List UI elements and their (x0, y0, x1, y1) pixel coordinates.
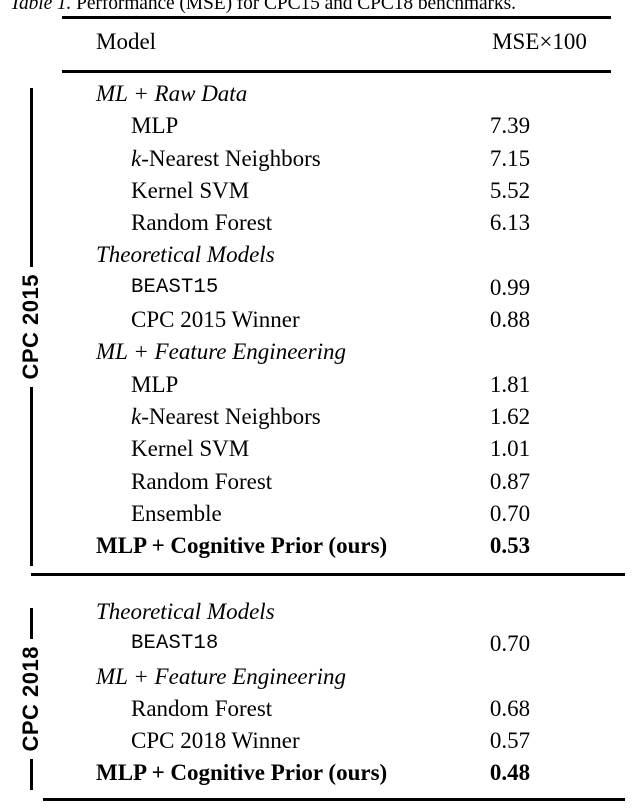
row-metric-value: 1.01 (489, 436, 531, 462)
caption-text: Performance (MSE) for CPC15 and CPC18 be… (71, 0, 516, 14)
row-model-label: MLP (131, 371, 179, 397)
row-model-label: Ensemble (131, 500, 222, 526)
row-model-label: ML + Raw Data (96, 81, 248, 106)
row-model-label-prefix: k (131, 403, 142, 429)
row-metric-value: 0.53 (489, 533, 531, 559)
column-header-model: Model (96, 29, 157, 54)
row-model-label: CPC 2015 Winner (131, 307, 300, 333)
row-metric-value: 1.62 (489, 403, 531, 429)
column-header-metric: MSE×100 (492, 29, 587, 54)
row-model-label: Random Forest (131, 695, 273, 721)
table-row: Random Forest 0.87 (0, 466, 640, 498)
table-row: Kernel SVM 5.52 (0, 175, 640, 207)
row-metric-value: 0.68 (489, 695, 531, 721)
row-model-label-text: -Nearest Neighbors (141, 403, 321, 429)
table-section-cpc-2018: Theoretical Models BEAST18 0.70 ML + Featur… (0, 596, 640, 790)
row-metric-value: 1.81 (489, 371, 531, 397)
row-metric-value: 0.99 (489, 274, 531, 300)
row-model-label: Random Forest (131, 210, 273, 236)
table-row: k-Nearest Neighbors 1.62 (0, 401, 640, 433)
table-row: BEAST18 0.70 (0, 628, 640, 660)
table-row: CPC 2018 Winner 0.57 (0, 725, 640, 757)
table-rule-middle (31, 573, 625, 576)
row-metric-value: 0.88 (489, 307, 531, 333)
row-model-label: ML + Feature Engineering (96, 339, 346, 365)
table-rule-header (62, 70, 611, 73)
row-metric-value: 0.48 (489, 760, 531, 786)
row-model-label: k-Nearest Neighbors (131, 143, 321, 174)
table-row: Theoretical Models (0, 596, 640, 628)
table-row: Random Forest 6.13 (0, 207, 640, 239)
row-metric-value: 6.13 (489, 210, 531, 236)
table-row: Random Forest 0.68 (0, 693, 640, 725)
table-row: CPC 2015 Winner 0.88 (0, 304, 640, 336)
table-row: k-Nearest Neighbors 7.15 (0, 143, 640, 175)
row-metric-value: 0.57 (489, 728, 531, 754)
row-model-label: k-Nearest Neighbors (131, 401, 321, 432)
table-section-cpc-2015: ML + Raw Data MLP 7.39 k-Nearest Neighbors 7… (0, 78, 640, 562)
row-model-label: CPC 2018 Winner (131, 728, 300, 754)
table-caption: Table 1. Performance (MSE) for CPC15 and… (10, 0, 635, 15)
row-model-label: MLP + Cognitive Prior (ours) (96, 760, 388, 786)
row-metric-value: 7.39 (489, 113, 531, 139)
table-row: MLP + Cognitive Prior (ours) 0.53 (0, 530, 640, 562)
row-metric-value: 0.87 (489, 468, 531, 494)
table-rule-top (62, 16, 611, 19)
row-metric-value: 0.70 (489, 500, 531, 526)
row-model-label: Kernel SVM (131, 436, 250, 462)
table-row: MLP 1.81 (0, 369, 640, 401)
row-model-label-text: -Nearest Neighbors (141, 145, 321, 171)
table-row: MLP + Cognitive Prior (ours) 0.48 (0, 757, 640, 789)
table-rule-bottom (43, 798, 625, 801)
row-model-label: MLP (131, 113, 179, 139)
row-metric-value: 7.15 (489, 145, 531, 171)
row-model-label-prefix: k (131, 145, 142, 171)
row-metric-value: 0.70 (489, 631, 531, 657)
row-model-label: Theoretical Models (96, 242, 275, 268)
table-row: ML + Raw Data (0, 78, 640, 110)
row-metric-value: 5.52 (489, 177, 531, 203)
table-row: Kernel SVM 1.01 (0, 433, 640, 465)
row-model-label: BEAST18 (131, 632, 219, 656)
row-model-label: Theoretical Models (96, 599, 275, 624)
table-row: MLP 7.39 (0, 110, 640, 142)
table-row: ML + Feature Engineering (0, 336, 640, 368)
row-model-label: Kernel SVM (131, 177, 250, 203)
row-model-label: BEAST15 (131, 275, 219, 299)
row-model-label: Random Forest (131, 468, 273, 494)
table-row: ML + Feature Engineering (0, 661, 640, 693)
table-header-row: Model MSE×100 (62, 25, 611, 67)
table-row: BEAST15 0.99 (0, 272, 640, 304)
table-row: Ensemble 0.70 (0, 498, 640, 530)
table-row: Theoretical Models (0, 239, 640, 271)
row-model-label: ML + Feature Engineering (96, 663, 346, 689)
row-model-label: MLP + Cognitive Prior (ours) (96, 533, 388, 559)
caption-label: Table 1. (10, 0, 72, 14)
